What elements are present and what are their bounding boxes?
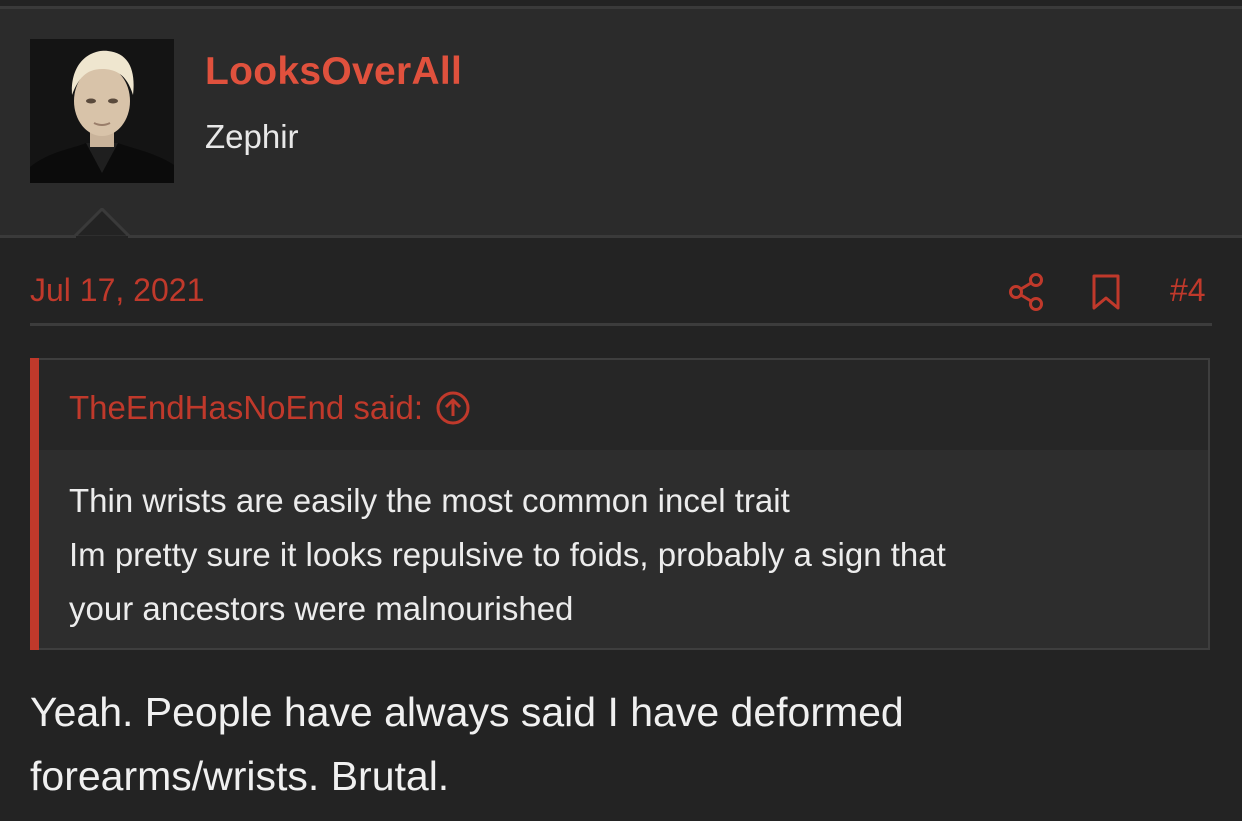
quote-line: Thin wrists are easily the most common i…	[69, 482, 790, 519]
quote-body: Thin wrists are easily the most common i…	[69, 474, 1189, 636]
user-title: Zephir	[205, 118, 299, 155]
quote-author-link[interactable]: TheEndHasNoEnd said:	[69, 389, 471, 427]
quote-accent-bar	[30, 358, 39, 650]
quote-author-text[interactable]: TheEndHasNoEnd said:	[69, 389, 423, 427]
quote-line: your ancestors were malnourished	[69, 590, 574, 627]
quote-line: Im pretty sure it looks repulsive to foi…	[69, 536, 946, 573]
post-body-line: forearms/wrists. Brutal.	[30, 753, 450, 799]
share-icon[interactable]	[1007, 272, 1045, 312]
username[interactable]: LooksOverAll	[205, 50, 462, 94]
post-body: Yeah. People have always said I have def…	[30, 680, 1210, 808]
post-date[interactable]: Jul 17, 2021	[30, 272, 204, 309]
post-number-link[interactable]: #4	[1170, 272, 1206, 309]
post-body-line: Yeah. People have always said I have def…	[30, 689, 904, 735]
bookmark-icon[interactable]	[1090, 273, 1122, 311]
header-pointer	[74, 208, 130, 238]
header-divider	[0, 235, 1242, 238]
post-divider	[30, 323, 1212, 326]
avatar[interactable]	[30, 39, 174, 183]
user-header	[0, 9, 1242, 236]
arrow-up-circle-icon[interactable]	[435, 390, 471, 426]
